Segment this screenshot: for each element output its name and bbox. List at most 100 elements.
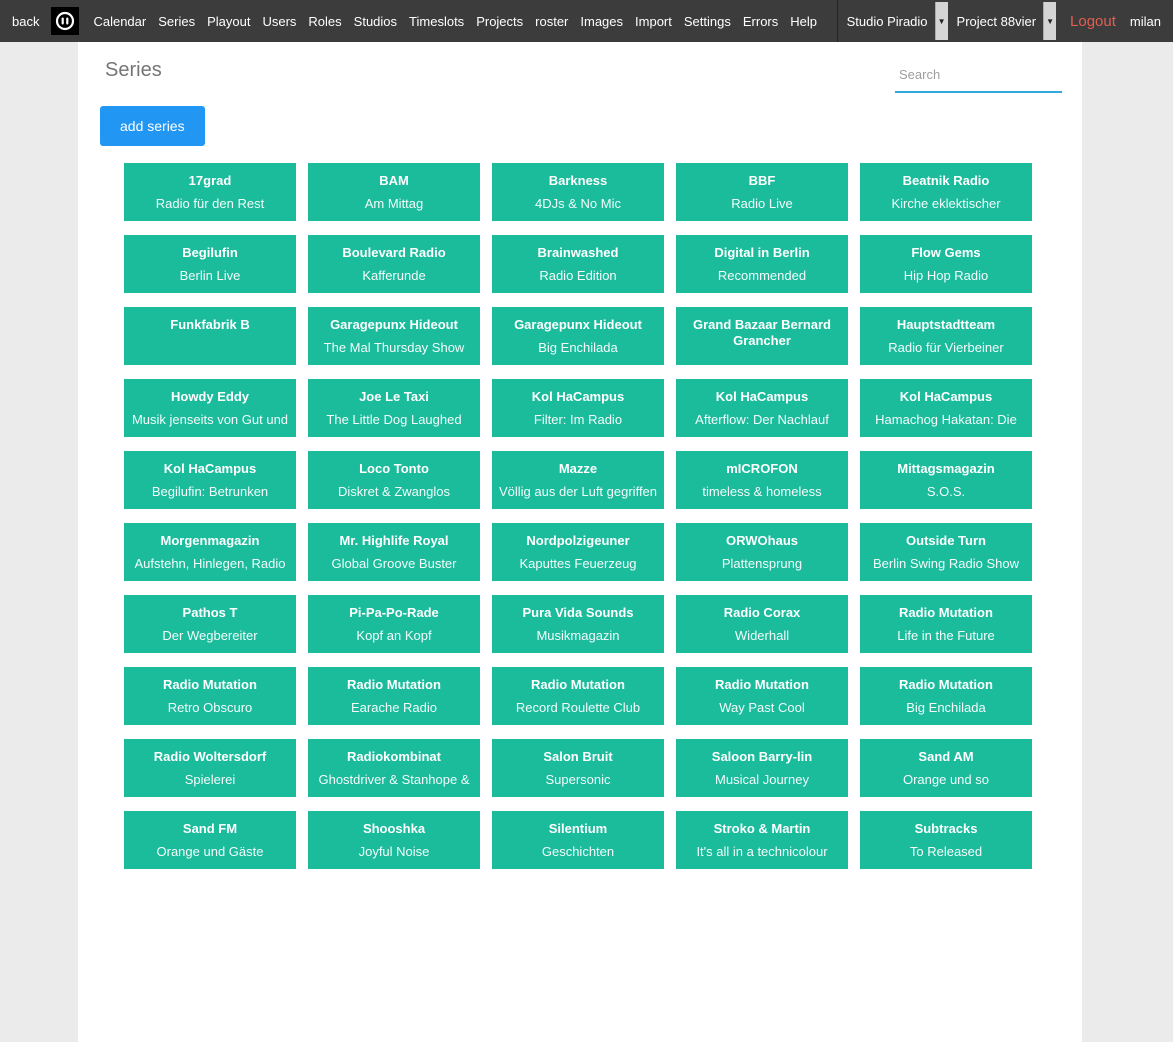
nav-item[interactable]: Import	[629, 14, 678, 29]
studio-select[interactable]: Studio Piradio ▼	[838, 0, 948, 42]
series-card-title: Shooshka	[314, 821, 474, 837]
series-card[interactable]: Boulevard Radio Kafferunde	[308, 235, 480, 293]
nav-item[interactable]: Calendar	[87, 14, 152, 29]
series-card[interactable]: Mazze Völlig aus der Luft gegriffen	[492, 451, 664, 509]
series-card-title: Pura Vida Sounds	[498, 605, 658, 621]
series-card-title: Radio Mutation	[130, 677, 290, 693]
series-card-title: 17grad	[130, 173, 290, 189]
series-card-title: Joe Le Taxi	[314, 389, 474, 405]
nav-item[interactable]: Errors	[737, 14, 784, 29]
nav-item[interactable]: Playout	[201, 14, 256, 29]
series-card[interactable]: Radio Mutation Way Past Cool	[676, 667, 848, 725]
series-card[interactable]: Radio Mutation Life in the Future	[860, 595, 1032, 653]
series-card[interactable]: Garagepunx Hideout Big Enchilada	[492, 307, 664, 365]
series-card[interactable]: Subtracks To Released	[860, 811, 1032, 869]
series-card[interactable]: Sand FM Orange und Gäste	[124, 811, 296, 869]
series-card-subtitle: Musical Journey	[682, 772, 842, 787]
series-card[interactable]: Radio Mutation Record Roulette Club	[492, 667, 664, 725]
series-card[interactable]: Barkness 4DJs & No Mic	[492, 163, 664, 221]
series-card[interactable]: Beatnik Radio Kirche eklektischer	[860, 163, 1032, 221]
project-select[interactable]: Project 88vier ▼	[948, 0, 1056, 42]
series-card-title: Salon Bruit	[498, 749, 658, 765]
series-card[interactable]: Mr. Highlife Royal Global Groove Buster	[308, 523, 480, 581]
series-card[interactable]: Mittagsmagazin S.O.S.	[860, 451, 1032, 509]
series-card[interactable]: BAM Am Mittag	[308, 163, 480, 221]
series-card[interactable]: Kol HaCampus Afterflow: Der Nachlauf	[676, 379, 848, 437]
series-card[interactable]: Kol HaCampus Begilufin: Betrunken	[124, 451, 296, 509]
series-card[interactable]: Hauptstadtteam Radio für Vierbeiner	[860, 307, 1032, 365]
series-card-title: Morgenmagazin	[130, 533, 290, 549]
series-card[interactable]: Loco Tonto Diskret & Zwanglos	[308, 451, 480, 509]
series-card[interactable]: Nordpolzigeuner Kaputtes Feuerzeug	[492, 523, 664, 581]
series-card[interactable]: Radio Woltersdorf Spielerei	[124, 739, 296, 797]
series-card-subtitle: Musik jenseits von Gut und	[130, 412, 290, 427]
series-card-title: Funkfabrik B	[130, 317, 290, 333]
series-card[interactable]: Shooshka Joyful Noise	[308, 811, 480, 869]
series-card[interactable]: Morgenmagazin Aufstehn, Hinlegen, Radio	[124, 523, 296, 581]
series-card[interactable]: Saloon Barry-lin Musical Journey	[676, 739, 848, 797]
nav-item[interactable]: Help	[784, 14, 823, 29]
series-card[interactable]: Radiokombinat Ghostdriver & Stanhope &	[308, 739, 480, 797]
series-card[interactable]: Begilufin Berlin Live	[124, 235, 296, 293]
series-card[interactable]: Outside Turn Berlin Swing Radio Show	[860, 523, 1032, 581]
series-card-subtitle: Kaputtes Feuerzeug	[498, 556, 658, 571]
series-card-title: Garagepunx Hideout	[314, 317, 474, 333]
series-card[interactable]: Digital in Berlin Recommended	[676, 235, 848, 293]
series-card-title: Sand AM	[866, 749, 1026, 765]
series-card[interactable]: Howdy Eddy Musik jenseits von Gut und	[124, 379, 296, 437]
series-card[interactable]: Brainwashed Radio Edition	[492, 235, 664, 293]
series-card[interactable]: Grand Bazaar Bernard Grancher	[676, 307, 848, 365]
back-link[interactable]: back	[0, 14, 45, 29]
series-card-subtitle: Am Mittag	[314, 196, 474, 211]
series-card[interactable]: Pura Vida Sounds Musikmagazin	[492, 595, 664, 653]
nav-item[interactable]: roster	[529, 14, 574, 29]
nav-item[interactable]: Timeslots	[403, 14, 470, 29]
series-card-subtitle: Ghostdriver & Stanhope &	[314, 772, 474, 787]
nav-item[interactable]: Studios	[348, 14, 403, 29]
series-card-title: Radiokombinat	[314, 749, 474, 765]
series-card[interactable]: Kol HaCampus Hamachog Hakatan: Die	[860, 379, 1032, 437]
series-card[interactable]: Radio Mutation Big Enchilada	[860, 667, 1032, 725]
nav-item[interactable]: Projects	[470, 14, 529, 29]
series-card-title: Kol HaCampus	[682, 389, 842, 405]
add-series-button[interactable]: add series	[100, 106, 205, 146]
series-card[interactable]: BBF Radio Live	[676, 163, 848, 221]
chevron-down-icon: ▼	[935, 2, 948, 40]
series-card-title: Kol HaCampus	[130, 461, 290, 477]
series-card[interactable]: Joe Le Taxi The Little Dog Laughed	[308, 379, 480, 437]
series-card[interactable]: Kol HaCampus Filter: Im Radio	[492, 379, 664, 437]
piradio-logo-icon[interactable]	[51, 7, 79, 35]
nav-item[interactable]: Roles	[302, 14, 347, 29]
series-card[interactable]: Stroko & Martin It's all in a technicolo…	[676, 811, 848, 869]
series-card[interactable]: Garagepunx Hideout The Mal Thursday Show	[308, 307, 480, 365]
series-card[interactable]: Salon Bruit Supersonic	[492, 739, 664, 797]
series-card-subtitle: Radio Live	[682, 196, 842, 211]
nav-item[interactable]: Series	[152, 14, 201, 29]
series-card-subtitle: Afterflow: Der Nachlauf	[682, 412, 842, 427]
nav-item[interactable]: Images	[574, 14, 629, 29]
series-card-subtitle: Aufstehn, Hinlegen, Radio	[130, 556, 290, 571]
series-card[interactable]: Pathos T Der Wegbereiter	[124, 595, 296, 653]
series-card[interactable]: Radio Mutation Earache Radio	[308, 667, 480, 725]
logout-link[interactable]: Logout	[1056, 13, 1124, 30]
series-card[interactable]: Funkfabrik B	[124, 307, 296, 365]
series-card[interactable]: Flow Gems Hip Hop Radio	[860, 235, 1032, 293]
series-card[interactable]: Radio Corax Widerhall	[676, 595, 848, 653]
series-card[interactable]: ORWOhaus Plattensprung	[676, 523, 848, 581]
series-card-subtitle: Berlin Live	[130, 268, 290, 283]
search-input[interactable]	[895, 60, 1062, 93]
series-card[interactable]: Sand AM Orange und so	[860, 739, 1032, 797]
nav-item[interactable]: Settings	[678, 14, 737, 29]
series-card-subtitle: Retro Obscuro	[130, 700, 290, 715]
series-card-title: mICROFON	[682, 461, 842, 477]
series-card-title: Howdy Eddy	[130, 389, 290, 405]
series-card[interactable]: Radio Mutation Retro Obscuro	[124, 667, 296, 725]
series-card[interactable]: Silentium Geschichten	[492, 811, 664, 869]
series-card[interactable]: 17grad Radio für den Rest	[124, 163, 296, 221]
series-card[interactable]: Pi-Pa-Po-Rade Kopf an Kopf	[308, 595, 480, 653]
series-card[interactable]: mICROFON timeless & homeless	[676, 451, 848, 509]
series-card-title: ORWOhaus	[682, 533, 842, 549]
series-card-title: Radio Woltersdorf	[130, 749, 290, 765]
nav-item[interactable]: Users	[256, 14, 302, 29]
series-card-title: Brainwashed	[498, 245, 658, 261]
